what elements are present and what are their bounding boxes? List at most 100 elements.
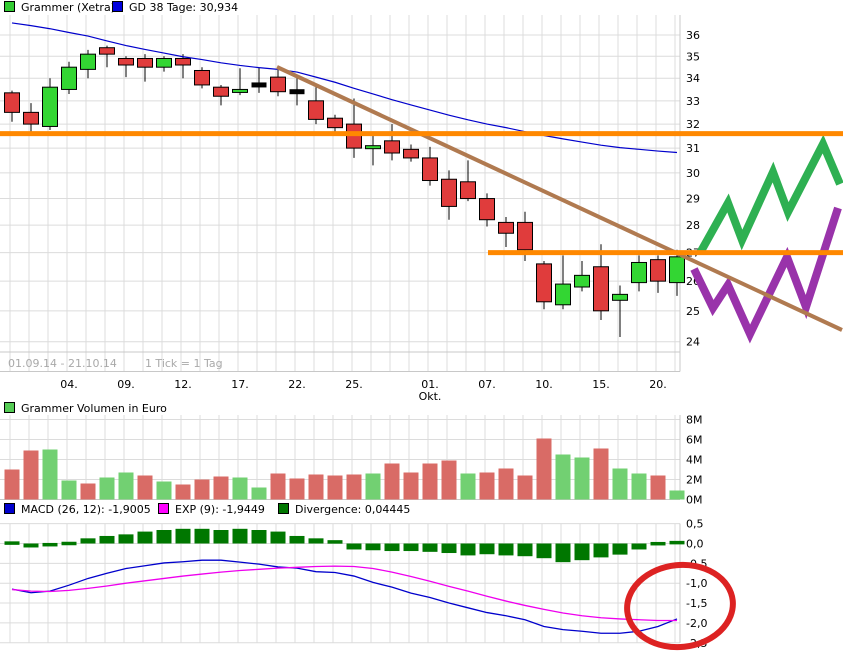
volume-label: Grammer Volumen in Euro [21, 402, 167, 415]
volume-bar [328, 476, 343, 500]
macd-tick-label: 0,0 [686, 538, 704, 551]
candle-body [651, 260, 666, 282]
date-tick-label: 22. [288, 378, 306, 391]
volume-tick-label: 0M [686, 494, 703, 507]
candle-body [613, 294, 628, 300]
date-tick-label: 07. [478, 378, 496, 391]
volume-bar [537, 439, 552, 500]
volume-bar [613, 469, 628, 500]
volume-bar [271, 474, 286, 500]
ma-swatch-icon [112, 1, 123, 12]
price-tick-label: 25 [686, 305, 700, 318]
series-label: Grammer (Xetra) [21, 1, 115, 14]
divergence-bar [594, 544, 609, 558]
candle-body [271, 77, 286, 92]
candle-body [62, 67, 77, 89]
divergence-bar [138, 532, 153, 544]
candle-body [43, 87, 58, 126]
volume-bar [594, 449, 609, 500]
candle-body [309, 101, 324, 120]
exp-swatch-icon [158, 503, 169, 514]
volume-tick-label: 8M [686, 414, 703, 427]
volume-bar [442, 461, 457, 500]
price-tick-label: 35 [686, 50, 700, 63]
divergence-bar [404, 544, 419, 552]
volume-bar [176, 485, 191, 500]
divergence-bar [233, 529, 248, 544]
divergence-bar [575, 544, 590, 561]
divergence-bar [385, 544, 400, 552]
volume-bar [670, 491, 685, 500]
divergence-bar [157, 530, 172, 543]
macd-tick-label: -1,0 [686, 577, 707, 590]
price-tick-label: 31 [686, 142, 700, 155]
divergence-bar [670, 541, 685, 545]
price-tick-label: 36 [686, 29, 700, 42]
date-tick-label: 20. [649, 378, 667, 391]
divergence-bar [537, 544, 552, 559]
volume-bar [423, 464, 438, 500]
date-tick-label: 04. [60, 378, 78, 391]
volume-bar [43, 450, 58, 500]
candle-body [176, 58, 191, 65]
volume-bar [480, 473, 495, 500]
candle-body [195, 70, 210, 84]
candle-body [404, 149, 419, 158]
divergence-bar [651, 542, 666, 546]
volume-bar [556, 455, 571, 500]
divergence-bar [119, 534, 134, 543]
candle-body [157, 58, 172, 67]
macd-label: MACD (26, 12): -1,9005 [21, 503, 151, 516]
divergence-bar [632, 544, 647, 550]
chart-canvas[interactable]: 363534333231302928272625248M6M4M2M0M0,50… [0, 0, 843, 652]
volume-bar [5, 470, 20, 500]
volume-tick-label: 6M [686, 434, 703, 447]
volume-bar [195, 480, 210, 500]
volume-bar [366, 474, 381, 500]
candle-body [480, 199, 495, 220]
volume-bar [404, 473, 419, 500]
candle-body [670, 257, 685, 283]
volume-bar [651, 476, 666, 500]
divergence-bar [556, 544, 571, 563]
volume-bar [632, 474, 647, 500]
divergence-bar [43, 543, 58, 547]
divergence-bar [24, 544, 39, 548]
period-text: 01.09.14 - 21.10.14 [8, 357, 117, 370]
candle-body [328, 118, 343, 127]
volume-bar [518, 476, 533, 500]
candle-body [81, 54, 96, 69]
divergence-bar [328, 540, 343, 544]
tick-note: 1 Tick = 1 Tag [145, 357, 223, 370]
date-tick-label: 15. [592, 378, 610, 391]
candle-body-neutral [290, 89, 305, 94]
divergence-bar [442, 544, 457, 554]
macd-tick-label: -1,5 [686, 597, 707, 610]
candle-body [518, 222, 533, 249]
divergence-bar [5, 541, 20, 545]
candle-body [442, 179, 457, 206]
exp-label: EXP (9): -1,9449 [175, 503, 265, 516]
candle-body [138, 58, 153, 67]
series-swatch-icon [4, 1, 15, 12]
volume-bar [347, 475, 362, 500]
date-range: 01.09.14 - 21.10.14 1 Tick = 1 Tag [8, 357, 223, 370]
divergence-bar [81, 538, 96, 543]
divergence-bar [214, 530, 229, 543]
volume-bar [385, 464, 400, 500]
divergence-bar [100, 536, 115, 544]
volume-bar [499, 469, 514, 500]
date-tick-label: 25. [345, 378, 363, 391]
price-tick-label: 33 [686, 95, 700, 108]
volume-tick-label: 2M [686, 474, 703, 487]
price-tick-label: 30 [686, 167, 700, 180]
price-tick-label: 29 [686, 193, 700, 206]
divergence-bar [176, 529, 191, 544]
candle-body [385, 141, 400, 153]
zigzag-up-annotation [700, 144, 840, 253]
divergence-bar [290, 536, 305, 544]
volume-tick-label: 4M [686, 454, 703, 467]
volume-bar [461, 474, 476, 500]
chart-window: 363534333231302928272625248M6M4M2M0M0,50… [0, 0, 843, 652]
divergence-bar [423, 544, 438, 552]
